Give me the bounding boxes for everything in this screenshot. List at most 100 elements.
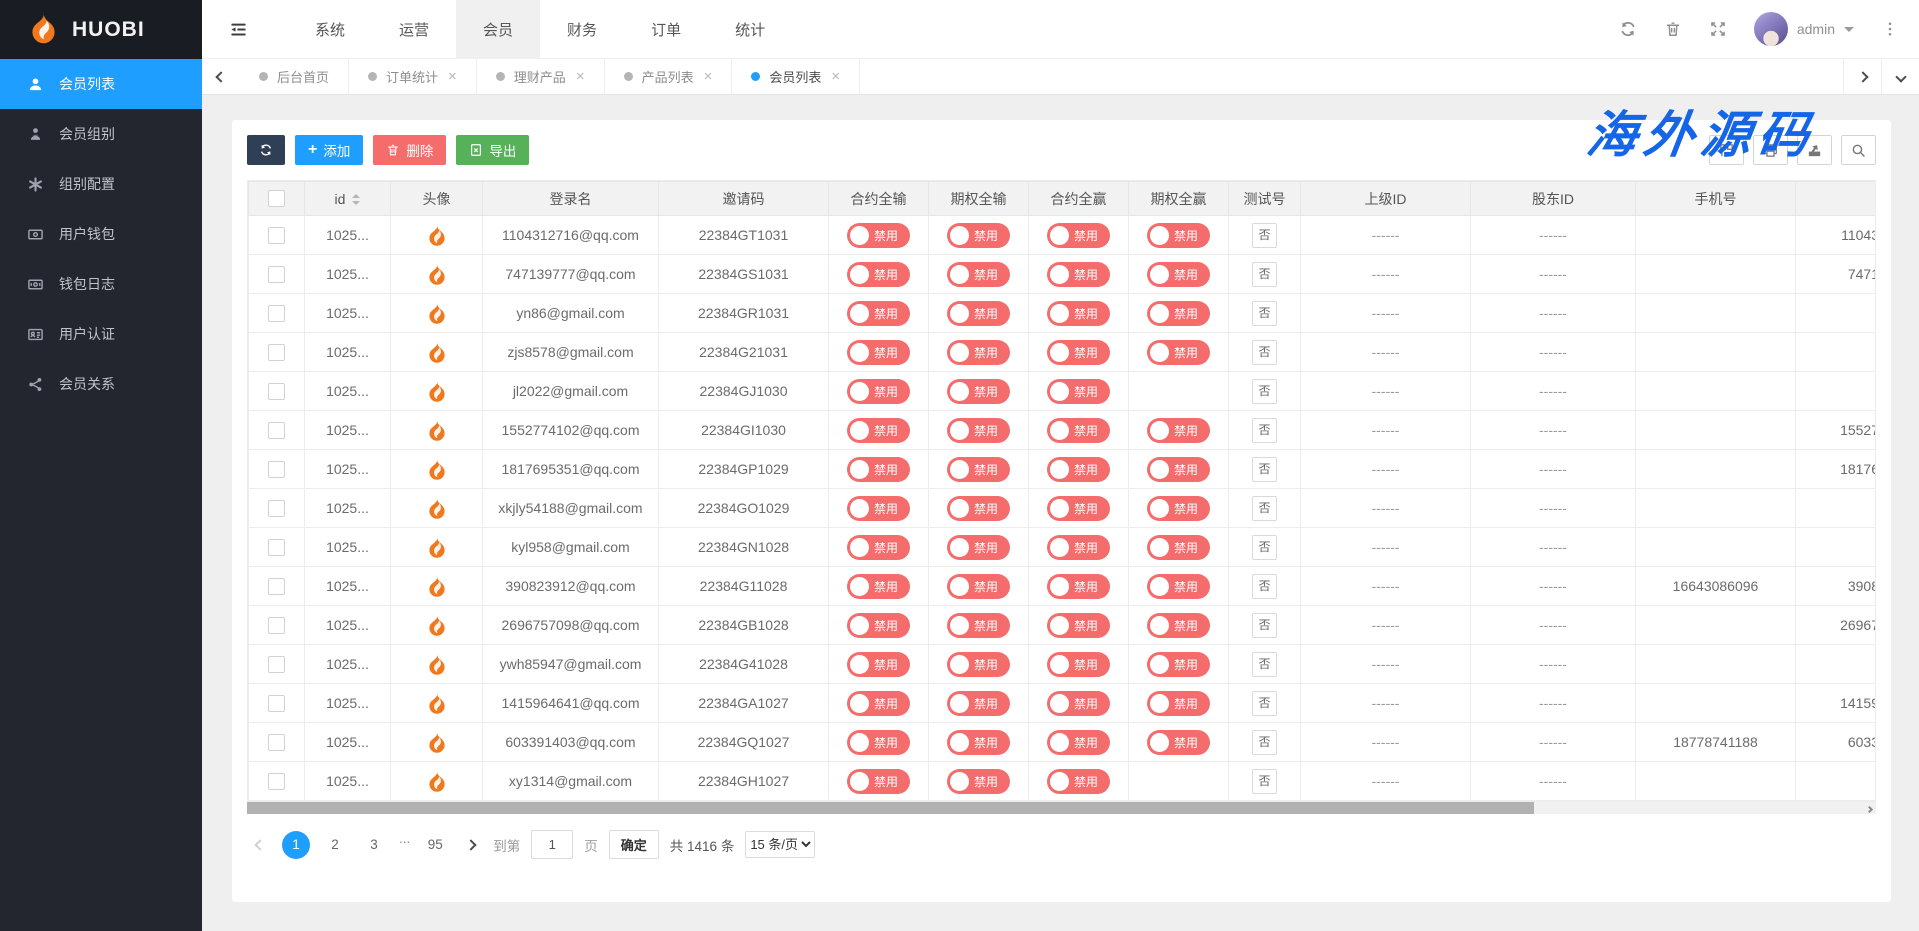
topnav-item-财务[interactable]: 财务 xyxy=(540,0,624,58)
toggle-contract-all-win[interactable]: 禁用 xyxy=(1047,301,1110,326)
topnav-item-系统[interactable]: 系统 xyxy=(288,0,372,58)
row-checkbox[interactable] xyxy=(268,695,285,712)
next-page-button[interactable] xyxy=(460,841,482,849)
test-account-badge[interactable]: 否 xyxy=(1252,691,1277,716)
brand-logo[interactable]: HUOBI xyxy=(0,0,202,59)
toggle-option-all-lose[interactable]: 禁用 xyxy=(947,262,1010,287)
tabs-scroll-left-button[interactable] xyxy=(202,59,240,94)
toggle-option-all-lose[interactable]: 禁用 xyxy=(947,340,1010,365)
topnav-item-订单[interactable]: 订单 xyxy=(624,0,708,58)
test-account-badge[interactable]: 否 xyxy=(1252,418,1277,443)
toggle-option-all-lose[interactable]: 禁用 xyxy=(947,496,1010,521)
tabs-scroll-right-button[interactable] xyxy=(1843,59,1881,94)
test-account-badge[interactable]: 否 xyxy=(1252,340,1277,365)
sidebar-item-用户认证[interactable]: 用户认证 xyxy=(0,309,202,359)
fullscreen-icon[interactable] xyxy=(1709,20,1727,38)
toggle-option-all-lose[interactable]: 禁用 xyxy=(947,769,1010,794)
row-checkbox[interactable] xyxy=(268,734,285,751)
row-checkbox[interactable] xyxy=(268,773,285,790)
page-number-3[interactable]: 3 xyxy=(360,831,388,859)
toggle-contract-all-lose[interactable]: 禁用 xyxy=(847,769,910,794)
topnav-item-会员[interactable]: 会员 xyxy=(456,0,540,58)
test-account-badge[interactable]: 否 xyxy=(1252,262,1277,287)
toggle-option-all-lose[interactable]: 禁用 xyxy=(947,535,1010,560)
collapse-menu-icon[interactable] xyxy=(202,0,274,58)
toggle-option-all-win[interactable]: 禁用 xyxy=(1147,496,1210,521)
row-checkbox[interactable] xyxy=(268,422,285,439)
horizontal-scrollbar[interactable] xyxy=(247,802,1876,814)
page-number-1[interactable]: 1 xyxy=(282,831,310,859)
toggle-option-all-win[interactable]: 禁用 xyxy=(1147,613,1210,638)
toggle-contract-all-win[interactable]: 禁用 xyxy=(1047,496,1110,521)
toggle-contract-all-lose[interactable]: 禁用 xyxy=(847,379,910,404)
prev-page-button[interactable] xyxy=(249,841,271,849)
sidebar-item-组别配置[interactable]: 组别配置 xyxy=(0,159,202,209)
row-checkbox[interactable] xyxy=(268,539,285,556)
tab-会员列表[interactable]: 会员列表× xyxy=(732,59,860,94)
row-checkbox[interactable] xyxy=(268,617,285,634)
toggle-option-all-lose[interactable]: 禁用 xyxy=(947,457,1010,482)
sidebar-item-会员组别[interactable]: 会员组别 xyxy=(0,109,202,159)
toggle-contract-all-win[interactable]: 禁用 xyxy=(1047,691,1110,716)
toggle-contract-all-win[interactable]: 禁用 xyxy=(1047,769,1110,794)
select-all-checkbox[interactable] xyxy=(268,190,285,207)
page-number-2[interactable]: 2 xyxy=(321,831,349,859)
printer-icon[interactable] xyxy=(1753,135,1788,165)
toggle-contract-all-lose[interactable]: 禁用 xyxy=(847,691,910,716)
tab-订单统计[interactable]: 订单统计× xyxy=(349,59,477,94)
close-icon[interactable]: × xyxy=(704,69,713,84)
test-account-badge[interactable]: 否 xyxy=(1252,457,1277,482)
scrollbar-right-arrow[interactable] xyxy=(1867,799,1872,817)
sidebar-item-钱包日志[interactable]: 钱包日志 xyxy=(0,259,202,309)
toggle-option-all-win[interactable]: 禁用 xyxy=(1147,457,1210,482)
toggle-option-all-lose[interactable]: 禁用 xyxy=(947,691,1010,716)
toggle-option-all-lose[interactable]: 禁用 xyxy=(947,613,1010,638)
close-icon[interactable]: × xyxy=(576,69,585,84)
toggle-contract-all-win[interactable]: 禁用 xyxy=(1047,223,1110,248)
tab-后台首页[interactable]: 后台首页 xyxy=(240,59,349,94)
toggle-option-all-lose[interactable]: 禁用 xyxy=(947,730,1010,755)
row-checkbox[interactable] xyxy=(268,656,285,673)
sidebar-item-用户钱包[interactable]: 用户钱包 xyxy=(0,209,202,259)
test-account-badge[interactable]: 否 xyxy=(1252,223,1277,248)
column-header-id[interactable]: id xyxy=(305,182,391,216)
toggle-contract-all-lose[interactable]: 禁用 xyxy=(847,613,910,638)
confirm-button[interactable]: 确定 xyxy=(609,830,659,859)
toggle-contract-all-win[interactable]: 禁用 xyxy=(1047,340,1110,365)
toggle-option-all-win[interactable]: 禁用 xyxy=(1147,223,1210,248)
toggle-contract-all-win[interactable]: 禁用 xyxy=(1047,535,1110,560)
test-account-badge[interactable]: 否 xyxy=(1252,652,1277,677)
toggle-contract-all-win[interactable]: 禁用 xyxy=(1047,613,1110,638)
toggle-option-all-win[interactable]: 禁用 xyxy=(1147,262,1210,287)
topnav-item-运营[interactable]: 运营 xyxy=(372,0,456,58)
sidebar-item-会员关系[interactable]: 会员关系 xyxy=(0,359,202,409)
toggle-option-all-win[interactable]: 禁用 xyxy=(1147,691,1210,716)
toggle-option-all-lose[interactable]: 禁用 xyxy=(947,574,1010,599)
refresh-button[interactable] xyxy=(247,135,285,165)
page-size-select[interactable]: 15 条/页 xyxy=(745,831,815,858)
toggle-contract-all-win[interactable]: 禁用 xyxy=(1047,730,1110,755)
user-menu[interactable]: admin xyxy=(1754,12,1854,46)
tabs-menu-button[interactable] xyxy=(1881,59,1919,94)
row-checkbox[interactable] xyxy=(268,305,285,322)
toggle-contract-all-win[interactable]: 禁用 xyxy=(1047,418,1110,443)
toggle-contract-all-lose[interactable]: 禁用 xyxy=(847,574,910,599)
topnav-item-统计[interactable]: 统计 xyxy=(708,0,792,58)
tab-产品列表[interactable]: 产品列表× xyxy=(605,59,733,94)
toggle-contract-all-lose[interactable]: 禁用 xyxy=(847,457,910,482)
trash-icon[interactable] xyxy=(1664,20,1682,38)
test-account-badge[interactable]: 否 xyxy=(1252,613,1277,638)
toggle-option-all-win[interactable]: 禁用 xyxy=(1147,730,1210,755)
toggle-option-all-win[interactable]: 禁用 xyxy=(1147,340,1210,365)
tab-理财产品[interactable]: 理财产品× xyxy=(477,59,605,94)
page-number-95[interactable]: 95 xyxy=(421,831,449,859)
toggle-option-all-lose[interactable]: 禁用 xyxy=(947,652,1010,677)
row-checkbox[interactable] xyxy=(268,461,285,478)
toggle-contract-all-lose[interactable]: 禁用 xyxy=(847,496,910,521)
sort-icon[interactable] xyxy=(352,194,360,205)
search-icon[interactable] xyxy=(1841,135,1876,165)
test-account-badge[interactable]: 否 xyxy=(1252,769,1277,794)
sidebar-item-会员列表[interactable]: 会员列表 xyxy=(0,59,202,109)
row-checkbox[interactable] xyxy=(268,383,285,400)
toggle-contract-all-win[interactable]: 禁用 xyxy=(1047,652,1110,677)
